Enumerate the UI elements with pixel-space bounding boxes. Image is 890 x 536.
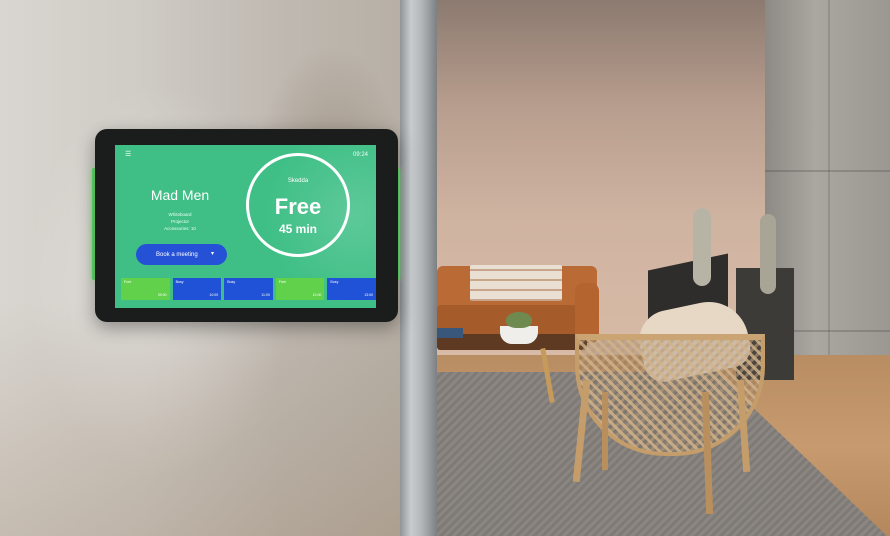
book-meeting-button[interactable]: Book a meeting ▾ bbox=[136, 244, 227, 265]
amenities-list: Whiteboard Projector Accessories: 10 bbox=[115, 211, 245, 232]
clock: 09:24 bbox=[352, 152, 368, 158]
timeline-slot[interactable]: Busy 13:00 bbox=[327, 278, 376, 300]
slot-title: Busy bbox=[330, 280, 339, 284]
concrete-seam bbox=[828, 0, 830, 400]
glass-door-frame bbox=[400, 0, 437, 536]
slot-title: Busy bbox=[227, 280, 236, 284]
slot-time: 13:00 bbox=[364, 293, 373, 297]
succulent-plant bbox=[506, 312, 532, 328]
brand-logo: Skedda bbox=[287, 178, 309, 184]
chevron-down-icon: ▾ bbox=[210, 251, 214, 257]
timeline-slot[interactable]: Free 12:00 bbox=[275, 278, 325, 300]
tablet-screen: ☰ 09:24 Mad Men Whiteboard Projector Acc… bbox=[115, 145, 376, 308]
amenity-item: Accessories: 10 bbox=[164, 226, 196, 231]
timeline-slot[interactable]: Free 09:00 bbox=[121, 278, 170, 300]
room-name: Mad Men bbox=[150, 187, 210, 203]
slot-time: 09:00 bbox=[157, 293, 167, 297]
slot-time: 11:00 bbox=[261, 293, 270, 297]
availability-ring: Skedda Free 45 min bbox=[246, 153, 350, 257]
slot-time: 10:00 bbox=[209, 293, 219, 297]
cactus bbox=[760, 214, 776, 294]
white-planter bbox=[500, 326, 538, 344]
book-meeting-label: Book a meeting bbox=[156, 251, 198, 258]
sofa-blanket bbox=[470, 265, 562, 301]
slot-title: Busy bbox=[175, 280, 184, 284]
menu-icon[interactable]: ☰ bbox=[125, 151, 134, 159]
amenity-item: Whiteboard bbox=[168, 212, 192, 217]
slot-title: Free bbox=[124, 280, 132, 284]
books bbox=[437, 328, 463, 338]
timeline-slot[interactable]: Busy 11:00 bbox=[224, 278, 273, 300]
time-remaining: 45 min bbox=[278, 222, 317, 236]
slot-time: 12:00 bbox=[312, 293, 322, 297]
timeline-bar: Free 09:00 Busy 10:00 Busy 11:00 Free 12… bbox=[121, 278, 376, 300]
timeline-slot[interactable]: Busy 10:00 bbox=[172, 278, 222, 300]
cactus bbox=[693, 208, 711, 286]
chair-leg bbox=[602, 392, 608, 470]
slot-title: Free bbox=[278, 280, 287, 284]
availability-status: Free bbox=[274, 194, 322, 219]
amenity-item: Projector bbox=[170, 219, 189, 224]
